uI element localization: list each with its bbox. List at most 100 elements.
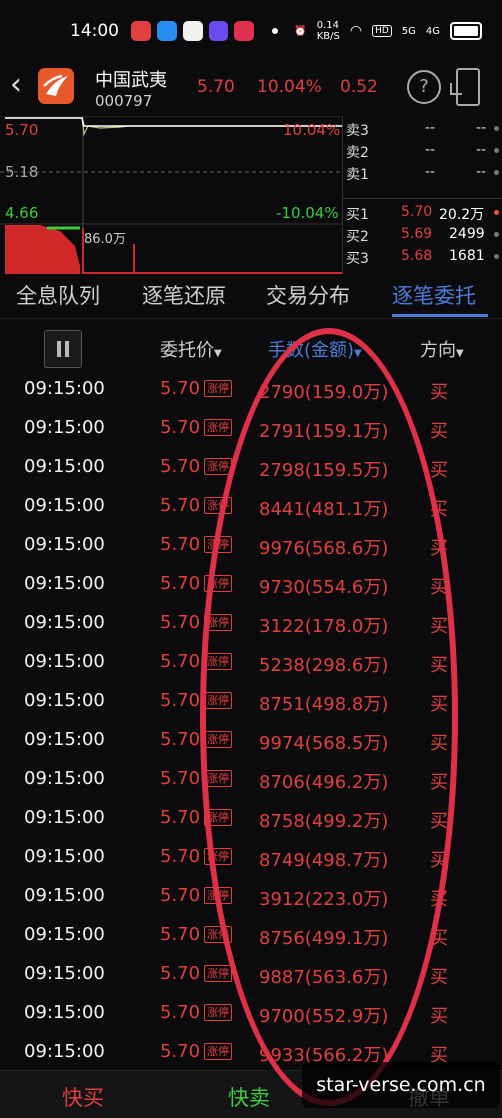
tab-trade-distribution[interactable]: 交易分布 (266, 280, 350, 310)
column-price[interactable]: 委托价▼ (160, 336, 222, 362)
order-book-row: 买3 5.68 1681 (343, 246, 502, 268)
order-volume: 9730(554.6万) (259, 577, 389, 598)
table-row: 09:15:00 5.70 涨停 8751(498.8万) 买 (0, 682, 502, 721)
table-row: 09:15:00 5.70 涨停 9887(563.6万) 买 (0, 955, 502, 994)
order-direction: 买 (430, 694, 448, 715)
table-row: 09:15:00 5.70 涨停 5238(298.6万) 买 (0, 643, 502, 682)
back-icon[interactable]: ‹ (10, 70, 34, 100)
order-direction: 买 (430, 538, 448, 559)
order-direction: 买 (430, 616, 448, 637)
table-row: 09:15:00 5.70 涨停 9974(568.5万) 买 (0, 721, 502, 760)
alarm-icon: ⏰ (294, 25, 307, 37)
order-direction: 买 (430, 928, 448, 949)
wifi-icon: ◠ (349, 23, 363, 39)
tab-tick-restore[interactable]: 逐笔还原 (142, 280, 226, 310)
order-book-row: 卖2 -- -- (343, 140, 502, 162)
order-volume: 8758(499.2万) (259, 811, 389, 832)
pause-button[interactable] (44, 330, 82, 368)
order-time: 09:15:00 (24, 1041, 105, 1062)
table-row: 09:15:00 5.70 涨停 9700(552.9万) 买 (0, 994, 502, 1033)
order-volume: 9974(568.5万) (259, 733, 389, 754)
limit-up-badge: 涨停 (204, 380, 232, 397)
net-speed: 0.14 KB/S (316, 20, 340, 42)
order-time: 09:15:00 (24, 885, 105, 906)
landscape-toggle-icon[interactable] (450, 68, 480, 106)
order-volume: 8749(498.7万) (259, 850, 389, 871)
chart-low-label: 4.66 (5, 204, 39, 222)
limit-up-badge: 涨停 (204, 848, 232, 865)
table-row: 09:15:00 5.70 涨停 8749(498.7万) 买 (0, 838, 502, 877)
chart-low-pct-label: -10.04% (276, 204, 339, 222)
tab-tick-orders[interactable]: 逐笔委托 (392, 280, 476, 310)
order-time: 09:15:00 (24, 573, 105, 594)
order-time: 09:15:00 (24, 768, 105, 789)
hd-icon: HD (372, 25, 392, 37)
order-price: 5.70 (160, 807, 201, 828)
order-price: 5.70 (160, 651, 201, 672)
table-row: 09:15:00 5.70 涨停 8441(481.1万) 买 (0, 487, 502, 526)
quick-buy-button[interactable]: 快买 (62, 1082, 104, 1112)
order-book: 卖3 -- -- 卖2 -- -- 卖1 -- -- 买1 5.70 20.2万… (342, 116, 502, 274)
sort-caret-icon: ▼ (456, 348, 464, 359)
table-row: 09:15:00 5.70 涨停 8756(499.1万) 买 (0, 916, 502, 955)
order-direction: 买 (430, 811, 448, 832)
stock-header: ‹ 中国武夷 000797 5.70 10.04% 0.52 ? (0, 62, 502, 116)
order-time: 09:15:00 (24, 690, 105, 711)
table-row: 09:15:00 5.70 涨停 9976(568.6万) 买 (0, 526, 502, 565)
table-row: 09:15:00 5.70 涨停 8758(499.2万) 买 (0, 799, 502, 838)
table-row: 09:15:00 5.70 涨停 3122(178.0万) 买 (0, 604, 502, 643)
status-time: 14:00 (70, 21, 119, 41)
order-direction: 买 (430, 967, 448, 988)
order-price: 5.70 (160, 495, 201, 516)
stock-code: 000797 (95, 92, 153, 110)
order-price: 5.70 (160, 846, 201, 867)
order-price: 5.70 (160, 378, 201, 399)
order-price: 5.70 (160, 534, 201, 555)
app-notification-icon (156, 21, 177, 41)
limit-up-badge: 涨停 (204, 536, 232, 553)
column-volume[interactable]: 手数(金额)▼ (268, 336, 362, 362)
intraday-chart (0, 116, 342, 274)
order-book-row: 买2 5.69 2499 (343, 224, 502, 246)
order-direction: 买 (430, 850, 448, 871)
tab-full-queue[interactable]: 全息队列 (16, 280, 100, 310)
watermark: star-verse.com.cn (302, 1062, 500, 1108)
order-volume: 9700(552.9万) (259, 1006, 389, 1027)
signal-5g-icon: 5G (401, 25, 416, 37)
price-change-percent: 10.04% (257, 77, 322, 97)
limit-up-badge: 涨停 (204, 575, 232, 592)
table-row: 09:15:00 5.70 涨停 2798(159.5万) 买 (0, 448, 502, 487)
order-direction: 买 (430, 1006, 448, 1027)
order-volume: 8751(498.8万) (259, 694, 389, 715)
detail-tabs: 全息队列 逐笔还原 交易分布 逐笔委托 (0, 274, 502, 319)
order-book-row: 买1 5.70 20.2万 (343, 202, 502, 224)
order-time: 09:15:00 (24, 846, 105, 867)
order-price: 5.70 (160, 573, 201, 594)
order-volume: 8756(499.1万) (259, 928, 389, 949)
app-notification-icon (208, 21, 229, 41)
order-price: 5.70 (160, 690, 201, 711)
order-time: 09:15:00 (24, 417, 105, 438)
order-volume: 9976(568.6万) (259, 538, 389, 559)
order-volume: 2798(159.5万) (259, 460, 389, 481)
help-icon[interactable]: ? (407, 70, 441, 104)
stock-name: 中国武夷 (95, 70, 167, 91)
app-logo-icon (38, 68, 74, 104)
limit-up-badge: 涨停 (204, 965, 232, 982)
order-time: 09:15:00 (24, 651, 105, 672)
order-direction: 买 (430, 655, 448, 676)
limit-up-badge: 涨停 (204, 926, 232, 943)
table-row: 09:15:00 5.70 涨停 2791(159.1万) 买 (0, 409, 502, 448)
order-time: 09:15:00 (24, 378, 105, 399)
quick-sell-button[interactable]: 快卖 (228, 1082, 270, 1112)
current-price: 5.70 (197, 77, 235, 97)
app-notification-icon (182, 21, 203, 41)
order-volume: 2790(159.0万) (259, 382, 389, 403)
column-direction[interactable]: 方向▼ (420, 336, 464, 362)
limit-up-badge: 涨停 (204, 1004, 232, 1021)
order-direction: 买 (430, 733, 448, 754)
sort-caret-icon: ▼ (214, 348, 222, 359)
volume-bar (133, 244, 135, 274)
order-direction: 买 (430, 382, 448, 403)
intraday-chart-panel[interactable]: 5.70 10.04% 5.18 4.66 -10.04% 86.0万 卖3 -… (0, 116, 502, 274)
